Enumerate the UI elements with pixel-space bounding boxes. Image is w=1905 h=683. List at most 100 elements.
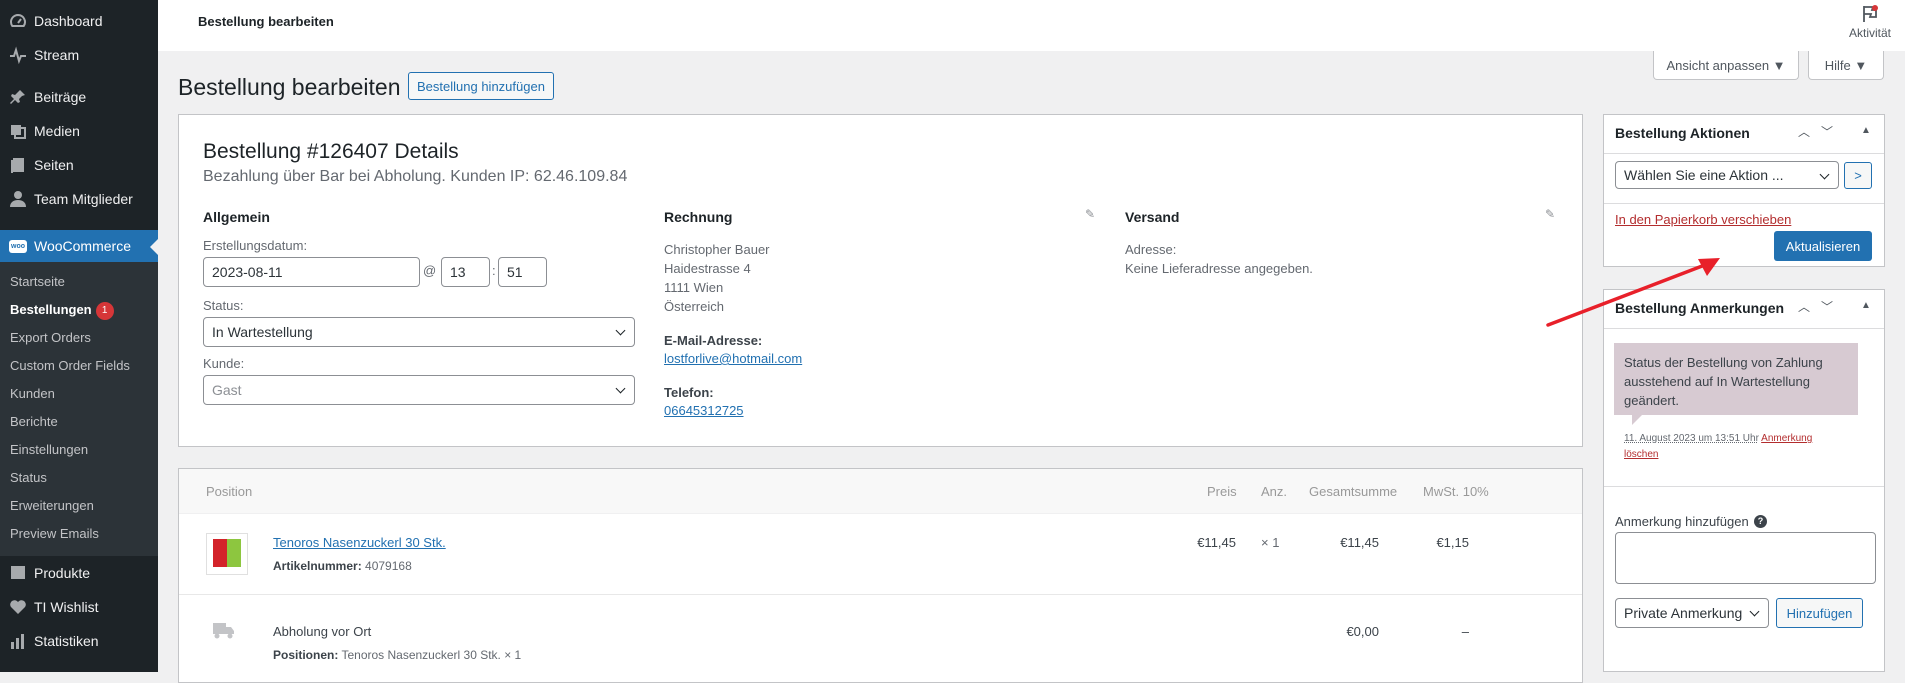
annotation-arrow-icon — [1546, 258, 1720, 327]
product-price: €11,45 — [1197, 535, 1236, 550]
submenu-einstellungen[interactable]: Einstellungen — [0, 436, 158, 464]
add-note-button[interactable]: Hinzufügen — [1776, 598, 1863, 628]
order-subtitle: Bezahlung über Bar bei Abholung. Kunden … — [203, 168, 628, 185]
billing-address: Christopher Bauer Haidestrasse 4 1111 Wi… — [664, 242, 770, 314]
help-button[interactable]: Hilfe ▼ — [1808, 51, 1884, 80]
order-minute-input[interactable]: 51 — [498, 257, 547, 287]
dashboard-icon — [8, 11, 28, 31]
email-label: E-Mail-Adresse: — [664, 333, 763, 348]
note-meta: 11. August 2023 um 13:51 Uhr Anmerkung lö… — [1624, 431, 1854, 463]
menu-woocommerce[interactable]: woo WooCommerce — [0, 230, 158, 262]
status-select[interactable]: In Wartestellung — [203, 317, 635, 347]
menu-team[interactable]: Team Mitglieder — [0, 182, 158, 216]
order-actions-title: Bestellung Aktionen — [1615, 125, 1750, 141]
order-action-select[interactable]: Wählen Sie eine Aktion ... — [1615, 161, 1839, 189]
menu-products[interactable]: Produkte — [0, 556, 158, 590]
product-thumbnail — [206, 533, 248, 575]
items-table-header: Position Preis Anz. Gesamtsumme MwSt. 10… — [179, 469, 1582, 514]
admin-sidebar: Dashboard Stream Beiträge Medien Seiten … — [0, 0, 158, 672]
product-total: €11,45 — [1340, 535, 1379, 550]
add-order-button[interactable]: Bestellung hinzufügen — [408, 72, 554, 100]
menu-pages[interactable]: Seiten — [0, 148, 158, 182]
move-down-icon[interactable]: ﹀ — [1821, 123, 1833, 140]
note-type-select[interactable]: Private Anmerkung — [1615, 598, 1769, 628]
truck-icon — [213, 623, 235, 642]
col-price: Preis — [1207, 484, 1237, 499]
product-link[interactable]: Tenoros Nasenzuckerl 30 Stk. — [273, 535, 446, 550]
edit-billing-icon[interactable]: ✎ — [1085, 207, 1095, 221]
trash-link[interactable]: In den Papierkorb verschieben — [1615, 212, 1791, 227]
order-note: Status der Bestellung von Zahlung ausste… — [1614, 343, 1858, 425]
menu-posts[interactable]: Beiträge — [0, 80, 158, 114]
email-link[interactable]: lostforlive@hotmail.com — [664, 349, 802, 368]
submenu-erweiterungen[interactable]: Erweiterungen — [0, 492, 158, 520]
page-title: Bestellung bearbeiten — [178, 74, 401, 100]
status-value: In Wartestellung — [212, 324, 313, 340]
submenu-kunden[interactable]: Kunden — [0, 380, 158, 408]
order-hour-input[interactable]: 13 — [441, 257, 490, 287]
customer-select[interactable]: Gast — [203, 375, 635, 405]
screen-options-button[interactable]: Ansicht anpassen ▼ — [1653, 51, 1799, 80]
update-button[interactable]: Aktualisieren — [1774, 231, 1872, 261]
order-items-panel: Position Preis Anz. Gesamtsumme MwSt. 10… — [178, 468, 1583, 683]
notes-collapse-icon[interactable]: ▲ — [1861, 300, 1871, 311]
menu-dashboard[interactable]: Dashboard — [0, 4, 158, 38]
submenu-export-orders[interactable]: Export Orders — [0, 324, 158, 352]
order-notes-box: Bestellung Anmerkungen ︿ ﹀ ▲ Status der … — [1603, 289, 1885, 672]
woocommerce-icon: woo — [8, 236, 28, 256]
shipping-method-name: Abholung vor Ort — [273, 624, 372, 639]
status-label: Status: — [203, 298, 244, 313]
help-icon[interactable]: ? — [1754, 515, 1767, 528]
phone-link[interactable]: 06645312725 — [664, 401, 744, 420]
shipping-address-label: Adresse: — [1125, 242, 1177, 257]
general-title: Allgemein — [203, 209, 270, 225]
product-qty: × 1 — [1261, 535, 1280, 550]
submenu-startseite[interactable]: Startseite — [0, 268, 158, 296]
submenu-custom-order-fields[interactable]: Custom Order Fields — [0, 352, 158, 380]
topbar-title: Bestellung bearbeiten — [198, 14, 334, 29]
collapse-icon[interactable]: ▲ — [1861, 125, 1871, 136]
pin-icon — [8, 87, 28, 107]
activity-label: Aktivität — [1848, 26, 1891, 40]
submenu-berichte[interactable]: Berichte — [0, 408, 158, 436]
shipping-address: Keine Lieferadresse angegeben. — [1125, 261, 1313, 276]
edit-shipping-icon[interactable]: ✎ — [1545, 207, 1555, 221]
add-note-label: Anmerkung hinzufügen — [1615, 514, 1749, 529]
phone-label: Telefon: — [664, 385, 714, 400]
order-title: Bestellung #126407 Details — [203, 140, 459, 163]
note-timestamp: 11. August 2023 um 13:51 Uhr — [1624, 433, 1759, 444]
submenu-bestellungen[interactable]: Bestellungen 1 — [0, 296, 158, 324]
apply-action-button[interactable]: > — [1844, 162, 1872, 189]
user-icon — [8, 189, 28, 209]
product-sku: Artikelnummer: 4079168 — [273, 559, 412, 573]
note-type-value: Private Anmerkung — [1624, 605, 1743, 621]
date-label: Erstellungsdatum: — [203, 238, 308, 253]
stream-icon — [8, 45, 28, 65]
note-textarea[interactable] — [1615, 532, 1876, 584]
order-action-value: Wählen Sie eine Aktion ... — [1624, 167, 1784, 183]
products-icon — [8, 563, 28, 583]
notes-move-up-icon[interactable]: ︿ — [1798, 298, 1810, 315]
submenu-preview-emails[interactable]: Preview Emails — [0, 520, 158, 548]
customer-value: Gast — [212, 382, 242, 398]
at-sign: @ — [423, 263, 437, 278]
flag-icon — [1863, 5, 1878, 22]
customer-label: Kunde: — [203, 356, 245, 371]
time-colon: : — [492, 263, 496, 278]
product-tax: €1,15 — [1436, 535, 1469, 550]
menu-statistics[interactable]: Statistiken — [0, 624, 158, 658]
menu-media[interactable]: Medien — [0, 114, 158, 148]
submenu-status[interactable]: Status — [0, 464, 158, 492]
shipping-total: €0,00 — [1346, 624, 1379, 639]
heart-icon — [8, 597, 28, 617]
menu-stream[interactable]: Stream — [0, 38, 158, 72]
notes-move-down-icon[interactable]: ﹀ — [1821, 298, 1833, 315]
col-qty: Anz. — [1261, 484, 1288, 499]
activity-button[interactable]: Aktivität — [1849, 4, 1891, 40]
top-bar: Bestellung bearbeiten Aktivität — [158, 0, 1905, 51]
order-date-input[interactable]: 2023-08-11 — [203, 257, 420, 287]
shipping-positions: Positionen: Tenoros Nasenzuckerl 30 Stk.… — [273, 648, 522, 662]
menu-wishlist[interactable]: TI Wishlist — [0, 590, 158, 624]
billing-title: Rechnung — [664, 209, 733, 225]
move-up-icon[interactable]: ︿ — [1798, 123, 1810, 140]
